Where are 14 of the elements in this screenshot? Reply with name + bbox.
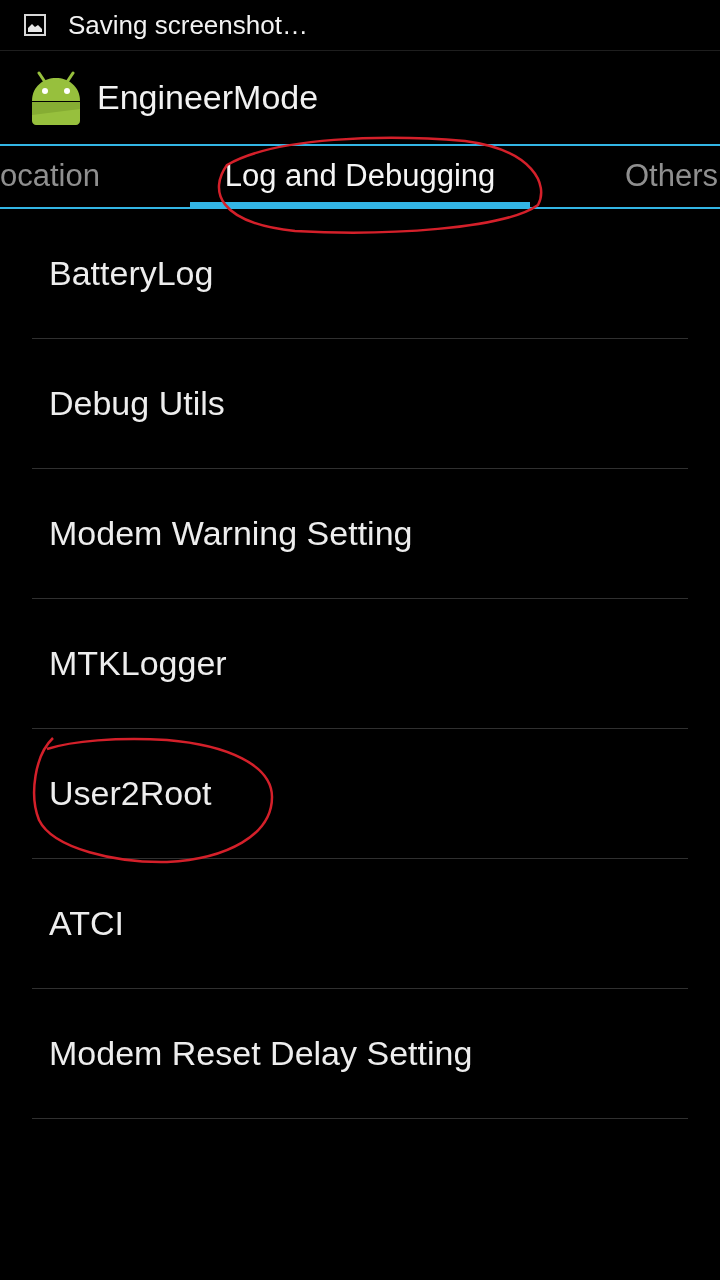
tab[interactable]: Others: [530, 146, 720, 207]
image-icon: [24, 14, 46, 36]
list-item[interactable]: Modem Reset Delay Setting: [32, 989, 688, 1119]
notification-text: Saving screenshot…: [68, 8, 308, 42]
list-item[interactable]: BatteryLog: [32, 209, 688, 339]
tab[interactable]: ocation: [0, 146, 190, 207]
list-item[interactable]: ATCI: [32, 859, 688, 989]
list-item[interactable]: Debug Utils: [32, 339, 688, 469]
list-item[interactable]: User2Root: [32, 729, 688, 859]
list-item[interactable]: MTKLogger: [32, 599, 688, 729]
app-title: EngineerMode: [97, 77, 319, 118]
android-robot-icon: [30, 70, 82, 125]
tab[interactable]: Log and Debugging: [190, 146, 530, 207]
list-item[interactable]: Modem Warning Setting: [32, 469, 688, 599]
